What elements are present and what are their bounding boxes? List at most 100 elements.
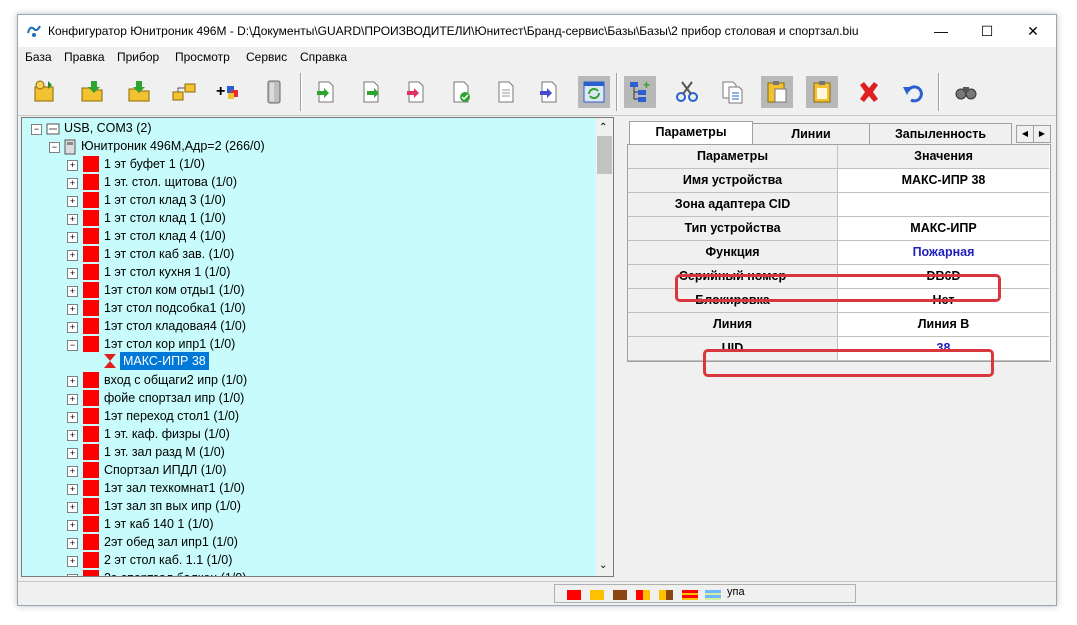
expand-toggle[interactable]: +: [67, 232, 78, 243]
close-button[interactable]: ✕: [1010, 15, 1056, 47]
tree-zone-item[interactable]: 1эт зал техкомнат1 (1/0): [104, 479, 245, 497]
tab-right-icon[interactable]: ▶: [1033, 125, 1051, 143]
tree-zone-item[interactable]: 1 эт каб 140 1 (1/0): [104, 515, 214, 533]
expand-toggle[interactable]: +: [67, 196, 78, 207]
tree-root[interactable]: USB, COM3 (2): [64, 119, 152, 137]
tree-zone-item[interactable]: 1эт зал зп вых ипр (1/0): [104, 497, 241, 515]
document-button[interactable]: [490, 76, 522, 108]
refresh-button[interactable]: [578, 76, 610, 108]
panel-splitter[interactable]: [616, 117, 622, 575]
tree-zone-item[interactable]: 1 эт. каф. физры (1/0): [104, 425, 230, 443]
expand-toggle[interactable]: +: [67, 412, 78, 423]
tree-zone-item[interactable]: 1 эт. стол. щитова (1/0): [104, 173, 237, 191]
tree-zone-item[interactable]: 1 эт стол клад 4 (1/0): [104, 227, 226, 245]
tree-zone-item[interactable]: 1 эт стол каб зав. (1/0): [104, 245, 234, 263]
tree-zone-item[interactable]: 2 эт стол каб. 1.1 (1/0): [104, 551, 232, 569]
expand-toggle[interactable]: +: [67, 574, 78, 576]
tab-left-icon[interactable]: ◀: [1016, 125, 1034, 143]
tree-zone-item[interactable]: 2э спортзал балкон (1/0): [104, 569, 246, 576]
menu-spravka[interactable]: Справка: [300, 50, 347, 64]
expand-toggle[interactable]: +: [67, 322, 78, 333]
tree-zone-item[interactable]: вход с общаги2 ипр (1/0): [104, 371, 247, 389]
tree-zone-item[interactable]: 1эт стол ком отды1 (1/0): [104, 281, 245, 299]
tree-zone-item[interactable]: 1эт стол кладовая4 (1/0): [104, 317, 246, 335]
collapse-toggle[interactable]: −: [49, 142, 60, 153]
device-tree[interactable]: − USB, COM3 (2) − Юнитроник 496М,Адр=2 (…: [21, 117, 614, 577]
expand-toggle[interactable]: +: [67, 268, 78, 279]
expand-toggle[interactable]: +: [67, 160, 78, 171]
menu-servis[interactable]: Сервис: [246, 50, 287, 64]
open-base-button[interactable]: [28, 76, 60, 108]
scroll-thumb[interactable]: [597, 136, 612, 174]
scroll-down-icon[interactable]: ⌄: [599, 560, 607, 571]
grid-row[interactable]: Тип устройства МАКС-ИПР: [628, 217, 1050, 241]
param-value[interactable]: Линия В: [838, 313, 1049, 337]
expand-toggle[interactable]: −: [67, 340, 78, 351]
tree-scrollbar[interactable]: ⌃ ⌄: [596, 118, 613, 576]
expand-toggle[interactable]: +: [67, 502, 78, 513]
tree-zone-item[interactable]: фойе спортзал ипр (1/0): [104, 389, 244, 407]
tree-zone-item[interactable]: Спортзал ИПДЛ (1/0): [104, 461, 226, 479]
device-button[interactable]: [258, 76, 290, 108]
send-button[interactable]: [400, 76, 432, 108]
export-button[interactable]: [310, 76, 342, 108]
tree-zone-item[interactable]: 1 эт буфет 1 (1/0): [104, 155, 205, 173]
tree-zone-item[interactable]: 2эт обед зал ипр1 (1/0): [104, 533, 238, 551]
param-value[interactable]: [838, 193, 1049, 217]
paste-special-button[interactable]: [806, 76, 838, 108]
param-value[interactable]: МАКС-ИПР: [838, 217, 1049, 241]
expand-toggle[interactable]: +: [67, 286, 78, 297]
minimize-button[interactable]: —: [918, 15, 964, 47]
param-value[interactable]: МАКС-ИПР 38: [838, 169, 1049, 193]
tree-zone-item[interactable]: 1эт стол кор ипр1 (1/0): [104, 335, 235, 353]
check-button[interactable]: [445, 76, 477, 108]
maximize-button[interactable]: ☐: [964, 15, 1010, 47]
tree-zone-item[interactable]: 1 эт стол клад 3 (1/0): [104, 191, 226, 209]
copy-button[interactable]: [716, 76, 748, 108]
tree-zone-item[interactable]: 1эт стол подсобка1 (1/0): [104, 299, 246, 317]
undo-button[interactable]: [898, 76, 930, 108]
tree-zone-item[interactable]: 1 эт. зал разд М (1/0): [104, 443, 225, 461]
collapse-toggle[interactable]: −: [31, 124, 42, 135]
grid-row[interactable]: Функция Пожарная: [628, 241, 1050, 265]
delete-button[interactable]: [853, 76, 885, 108]
tree-zone-item[interactable]: 1эт переход стол1 (1/0): [104, 407, 239, 425]
param-value[interactable]: Пожарная: [838, 241, 1049, 265]
add-device-button[interactable]: +: [213, 76, 245, 108]
expand-toggle[interactable]: +: [67, 250, 78, 261]
expand-toggle[interactable]: +: [67, 538, 78, 549]
download-button[interactable]: [123, 76, 155, 108]
network-button[interactable]: [168, 76, 200, 108]
tree-device[interactable]: Юнитроник 496М,Адр=2 (266/0): [81, 137, 265, 155]
expand-toggle[interactable]: +: [67, 214, 78, 225]
menu-pribor[interactable]: Прибор: [117, 50, 159, 64]
tree-zone-item[interactable]: 1 эт стол кухня 1 (1/0): [104, 263, 230, 281]
menu-prosmotr[interactable]: Просмотр: [175, 50, 230, 64]
expand-toggle[interactable]: +: [67, 376, 78, 387]
grid-row[interactable]: Зона адаптера CID: [628, 193, 1050, 217]
folder-open-button[interactable]: [76, 76, 108, 108]
expand-toggle[interactable]: +: [67, 304, 78, 315]
tree-add-button[interactable]: +: [624, 76, 656, 108]
tab-parameters[interactable]: Параметры: [629, 121, 753, 145]
expand-toggle[interactable]: +: [67, 448, 78, 459]
paste-button[interactable]: [761, 76, 793, 108]
scroll-up-icon[interactable]: ⌃: [599, 122, 607, 133]
expand-toggle[interactable]: +: [67, 466, 78, 477]
menu-baza[interactable]: База: [25, 50, 52, 64]
tree-zone-item[interactable]: 1 эт стол клад 1 (1/0): [104, 209, 226, 227]
cut-button[interactable]: [671, 76, 703, 108]
grid-row[interactable]: Имя устройства МАКС-ИПР 38: [628, 169, 1050, 193]
compare-button[interactable]: [533, 76, 565, 108]
expand-toggle[interactable]: +: [67, 430, 78, 441]
expand-toggle[interactable]: +: [67, 556, 78, 567]
expand-toggle[interactable]: +: [67, 394, 78, 405]
expand-toggle[interactable]: +: [67, 178, 78, 189]
find-button[interactable]: [950, 76, 982, 108]
expand-toggle[interactable]: +: [67, 520, 78, 531]
tree-selected-device[interactable]: МАКС-ИПР 38: [120, 352, 209, 370]
grid-row[interactable]: Линия Линия В: [628, 313, 1050, 337]
menu-pravka[interactable]: Правка: [64, 50, 105, 64]
import-button[interactable]: [355, 76, 387, 108]
tab-dust[interactable]: Запыленность: [869, 123, 1012, 144]
